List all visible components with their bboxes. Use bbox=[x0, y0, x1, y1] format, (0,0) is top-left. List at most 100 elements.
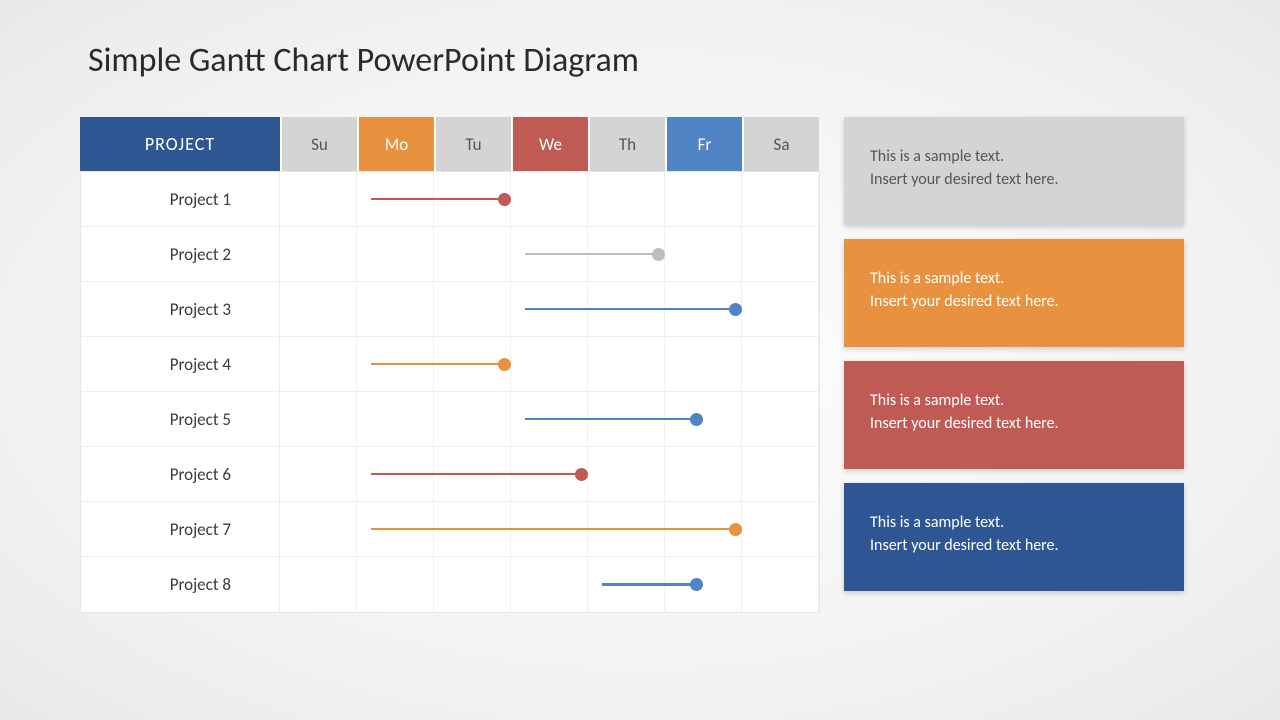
gantt-bar-endpoint-icon bbox=[690, 578, 703, 591]
project-label: Project 1 bbox=[81, 172, 280, 226]
project-label: Project 4 bbox=[81, 337, 280, 391]
day-cell bbox=[742, 502, 819, 556]
gantt-row: Project 7 bbox=[81, 502, 819, 557]
day-header-th: Th bbox=[588, 117, 665, 171]
project-label: Project 5 bbox=[81, 392, 280, 446]
gantt-row: Project 3 bbox=[81, 282, 819, 337]
side-box-line1: This is a sample text. bbox=[870, 389, 1158, 412]
day-cell bbox=[357, 227, 434, 281]
day-cell bbox=[280, 337, 357, 391]
day-cell bbox=[280, 557, 357, 612]
side-text-box: This is a sample text.Insert your desire… bbox=[844, 483, 1184, 591]
side-box-line2: Insert your desired text here. bbox=[870, 534, 1158, 557]
gantt-bar-line bbox=[525, 308, 731, 311]
project-label: Project 8 bbox=[81, 557, 280, 612]
gantt-bar-endpoint-icon bbox=[729, 303, 742, 316]
gantt-bar-line bbox=[371, 528, 731, 531]
day-header-fr: Fr bbox=[665, 117, 742, 171]
gantt-bar bbox=[525, 302, 742, 316]
gantt-bar-endpoint-icon bbox=[652, 248, 665, 261]
day-header-su: Su bbox=[280, 117, 357, 171]
gantt-bar-line bbox=[371, 473, 577, 476]
day-cell bbox=[742, 172, 819, 226]
gantt-row-track bbox=[280, 557, 819, 612]
day-cell bbox=[742, 447, 819, 501]
day-cell bbox=[280, 282, 357, 336]
side-text-box: This is a sample text.Insert your desire… bbox=[844, 239, 1184, 347]
day-cell bbox=[665, 447, 742, 501]
gantt-bar-endpoint-icon bbox=[575, 468, 588, 481]
gantt-chart: PROJECT Su Mo Tu We Th Fr Sa Project 1Pr… bbox=[80, 117, 820, 613]
gantt-row-track bbox=[280, 447, 819, 501]
project-label: Project 3 bbox=[81, 282, 280, 336]
page-title: Simple Gantt Chart PowerPoint Diagram bbox=[88, 40, 1200, 81]
gantt-header: PROJECT Su Mo Tu We Th Fr Sa bbox=[80, 117, 820, 171]
day-cell bbox=[357, 282, 434, 336]
gantt-row: Project 1 bbox=[81, 172, 819, 227]
day-cell bbox=[588, 172, 665, 226]
gantt-body: Project 1Project 2Project 3Project 4Proj… bbox=[80, 171, 820, 613]
day-cell bbox=[742, 392, 819, 446]
day-cell bbox=[357, 557, 434, 612]
day-cell bbox=[588, 447, 665, 501]
gantt-row: Project 2 bbox=[81, 227, 819, 282]
gantt-bar-line bbox=[525, 253, 654, 256]
day-cell bbox=[357, 392, 434, 446]
day-cell bbox=[511, 557, 588, 612]
gantt-bar bbox=[525, 247, 665, 261]
day-cell bbox=[665, 227, 742, 281]
gantt-row: Project 6 bbox=[81, 447, 819, 502]
day-cell bbox=[434, 557, 511, 612]
day-cell bbox=[280, 172, 357, 226]
day-cell bbox=[665, 172, 742, 226]
gantt-row-track bbox=[280, 502, 819, 556]
day-cell bbox=[280, 502, 357, 556]
gantt-row: Project 4 bbox=[81, 337, 819, 392]
side-box-line2: Insert your desired text here. bbox=[870, 290, 1158, 313]
side-box-line2: Insert your desired text here. bbox=[870, 412, 1158, 435]
day-cell bbox=[511, 337, 588, 391]
gantt-row: Project 8 bbox=[81, 557, 819, 612]
day-cell bbox=[588, 337, 665, 391]
content-area: PROJECT Su Mo Tu We Th Fr Sa Project 1Pr… bbox=[80, 117, 1200, 613]
side-box-line1: This is a sample text. bbox=[870, 511, 1158, 534]
gantt-row-track bbox=[280, 227, 819, 281]
day-cell bbox=[665, 337, 742, 391]
gantt-bar bbox=[371, 467, 588, 481]
day-cell bbox=[280, 392, 357, 446]
day-header-sa: Sa bbox=[742, 117, 819, 171]
day-header-we: We bbox=[511, 117, 588, 171]
gantt-row-track bbox=[280, 337, 819, 391]
day-header-tu: Tu bbox=[434, 117, 511, 171]
day-cell bbox=[742, 282, 819, 336]
gantt-bar bbox=[371, 357, 511, 371]
gantt-bar-line bbox=[371, 198, 500, 201]
gantt-row: Project 5 bbox=[81, 392, 819, 447]
day-cell bbox=[511, 172, 588, 226]
side-box-line1: This is a sample text. bbox=[870, 267, 1158, 290]
project-label: Project 2 bbox=[81, 227, 280, 281]
gantt-bar-line bbox=[371, 363, 500, 366]
day-cell bbox=[742, 227, 819, 281]
side-text-box: This is a sample text.Insert your desire… bbox=[844, 361, 1184, 469]
day-cell bbox=[434, 392, 511, 446]
gantt-bar bbox=[371, 192, 511, 206]
day-header-mo: Mo bbox=[357, 117, 434, 171]
gantt-bar bbox=[602, 578, 704, 592]
gantt-row-track bbox=[280, 392, 819, 446]
day-cell bbox=[434, 282, 511, 336]
day-cell bbox=[742, 557, 819, 612]
project-label: Project 7 bbox=[81, 502, 280, 556]
gantt-bar-endpoint-icon bbox=[729, 523, 742, 536]
gantt-row-track bbox=[280, 282, 819, 336]
project-column-header: PROJECT bbox=[80, 117, 280, 171]
day-cell bbox=[434, 227, 511, 281]
side-box-line2: Insert your desired text here. bbox=[870, 168, 1158, 191]
side-panel: This is a sample text.Insert your desire… bbox=[844, 117, 1184, 613]
day-cell bbox=[742, 337, 819, 391]
side-text-box: This is a sample text.Insert your desire… bbox=[844, 117, 1184, 225]
gantt-row-track bbox=[280, 172, 819, 226]
gantt-bar-line bbox=[602, 583, 693, 586]
gantt-bar bbox=[525, 412, 704, 426]
side-box-line1: This is a sample text. bbox=[870, 145, 1158, 168]
